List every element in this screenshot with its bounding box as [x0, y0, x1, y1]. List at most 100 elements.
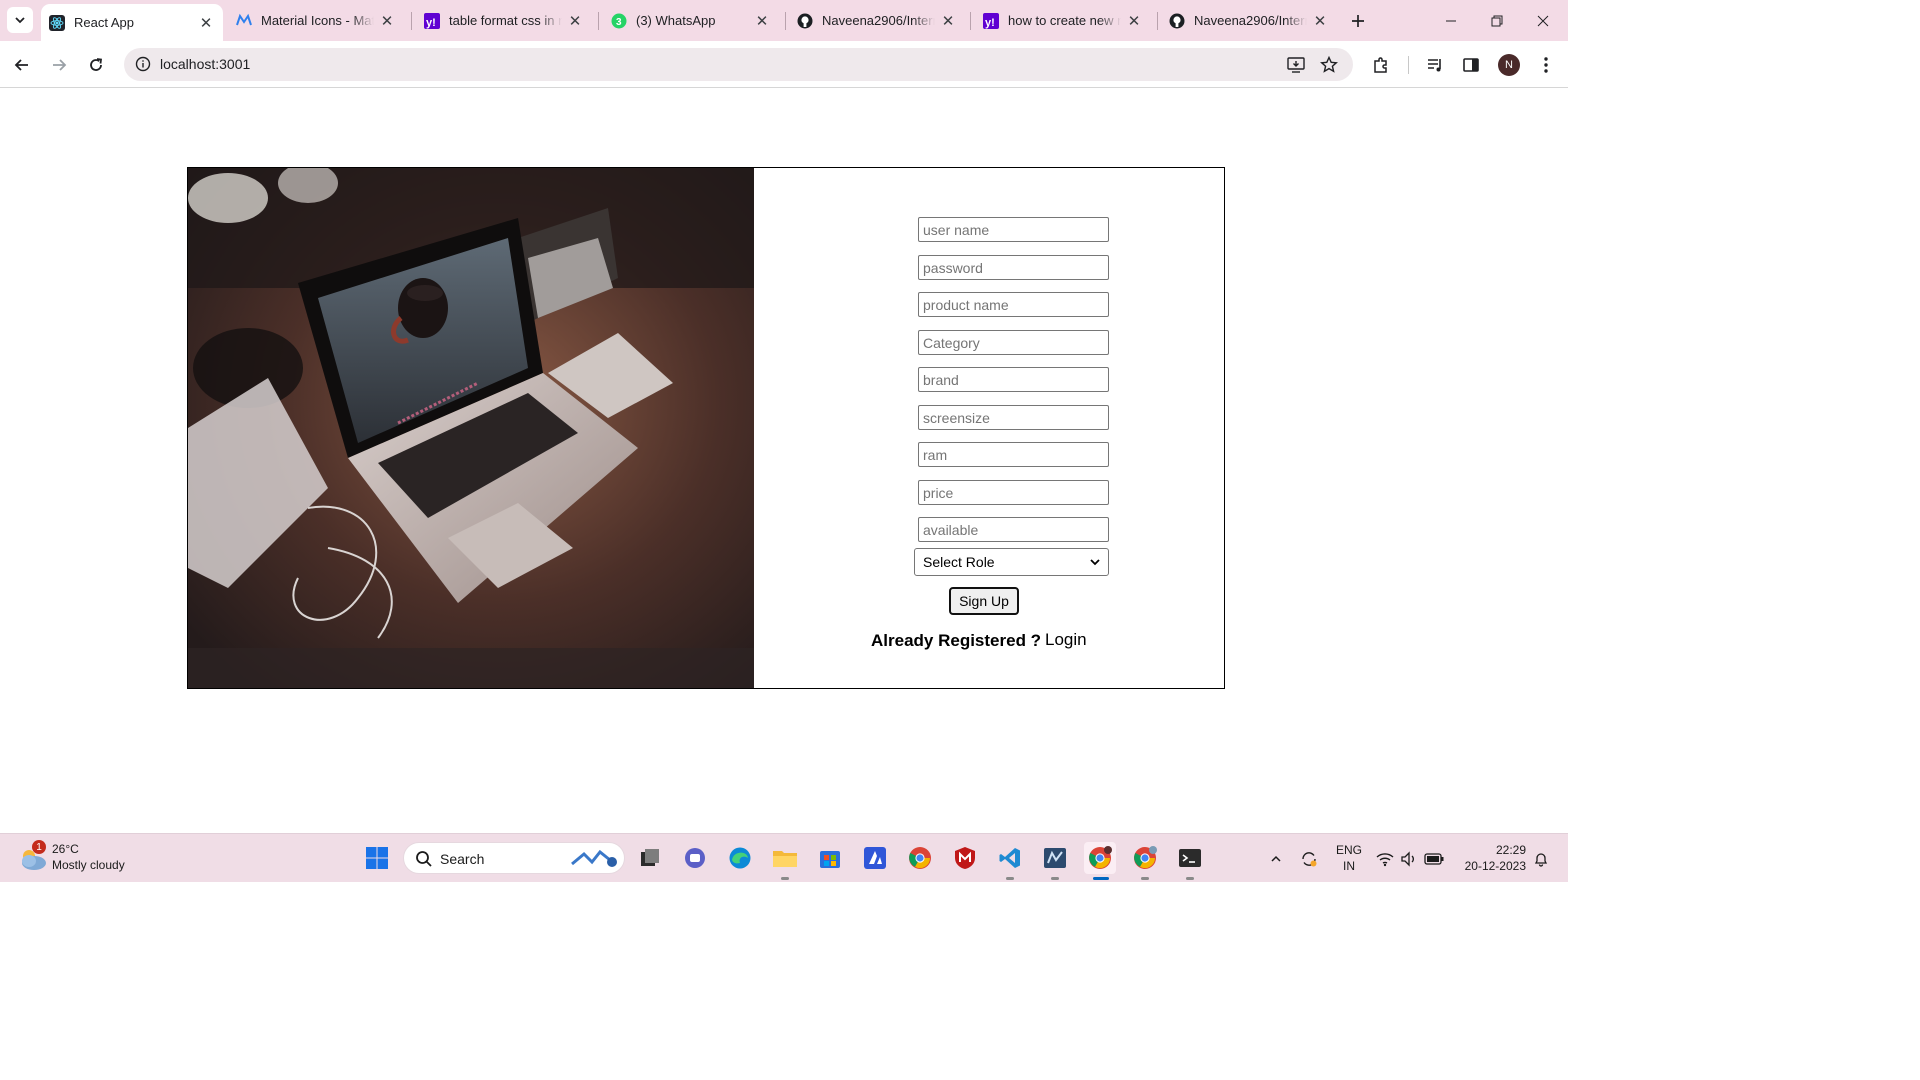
sync-tray-button[interactable] — [1296, 834, 1322, 883]
role-select-value: Select Role — [923, 554, 995, 570]
notifications-button[interactable] — [1530, 834, 1552, 883]
login-link[interactable]: Login — [1045, 630, 1087, 650]
signup-button[interactable]: Sign Up — [949, 587, 1019, 615]
running-indicator — [1006, 877, 1014, 880]
role-select[interactable]: Select Role — [914, 548, 1109, 576]
media-control-button[interactable] — [1421, 51, 1449, 79]
ram-input[interactable] — [918, 442, 1109, 467]
brand-input[interactable] — [918, 367, 1109, 392]
profile-avatar[interactable]: N — [1498, 54, 1520, 76]
new-tab-button[interactable] — [1342, 0, 1374, 41]
reload-button[interactable] — [82, 51, 110, 79]
search-icon — [416, 851, 432, 867]
active-indicator — [1093, 877, 1109, 880]
tab-search-button[interactable] — [7, 7, 33, 33]
side-panel-button[interactable] — [1457, 51, 1485, 79]
taskbar-mcafee[interactable] — [949, 842, 981, 874]
restore-button[interactable] — [1474, 0, 1520, 41]
tab-title: Naveena2906/Internship — [822, 13, 935, 28]
reload-icon — [90, 58, 103, 71]
language-indicator[interactable]: ENG IN — [1334, 842, 1364, 874]
close-icon[interactable]: ✕ — [197, 14, 215, 32]
taskbar-terminal[interactable] — [1174, 842, 1206, 880]
chrome-icon — [1089, 846, 1112, 869]
username-input[interactable] — [918, 217, 1109, 242]
close-icon[interactable]: ✕ — [1125, 12, 1143, 30]
category-input[interactable] — [918, 330, 1109, 355]
tab-table-format[interactable]: y! table format css in react ✕ — [422, 0, 592, 41]
taskbar-chrome-profile-2[interactable] — [1129, 842, 1161, 880]
available-input[interactable] — [918, 517, 1109, 542]
svg-text:3: 3 — [616, 17, 622, 28]
taskbar-edge[interactable] — [724, 842, 756, 874]
tab-whatsapp[interactable]: 3 (3) WhatsApp ✕ — [609, 0, 779, 41]
weather-widget[interactable]: 1 26°C Mostly cloudy — [18, 840, 168, 878]
taskbar-chrome[interactable] — [904, 842, 936, 874]
tab-title: how to create new react — [1008, 13, 1121, 28]
volume-icon — [1401, 850, 1414, 867]
show-hidden-icons-button[interactable] — [1264, 834, 1288, 883]
clock[interactable]: 22:29 20-12-2023 — [1458, 842, 1526, 874]
close-icon[interactable]: ✕ — [1311, 12, 1329, 30]
taskbar-app-blue[interactable] — [859, 842, 891, 874]
tab-title: table format css in react — [449, 13, 562, 28]
chrome-icon — [909, 847, 931, 869]
forward-button[interactable] — [45, 51, 73, 79]
tab-title: (3) WhatsApp — [636, 13, 716, 28]
taskbar-vscode[interactable] — [994, 842, 1026, 880]
back-button[interactable] — [8, 51, 36, 79]
whatsapp-icon: 3 — [611, 13, 627, 29]
search-label: Search — [440, 851, 485, 867]
yahoo-icon: y! — [983, 12, 999, 29]
minimize-button[interactable] — [1428, 0, 1474, 41]
taskbar-sql-tool[interactable] — [1039, 842, 1071, 880]
already-registered-text: Already Registered ? — [871, 631, 1042, 650]
tab-separator — [411, 12, 412, 30]
tab-separator — [970, 12, 971, 30]
install-app-icon[interactable] — [1284, 53, 1308, 77]
password-input[interactable] — [918, 255, 1109, 280]
close-icon[interactable]: ✕ — [939, 12, 957, 30]
tab-create-react[interactable]: y! how to create new react ✕ — [981, 0, 1151, 41]
tab-github-2[interactable]: Naveena2906/Internship ✕ — [1167, 0, 1337, 41]
laptop-photo — [188, 168, 754, 688]
weather-condition: Mostly cloudy — [52, 858, 125, 872]
back-arrow-icon — [14, 59, 28, 71]
browser-menu-button[interactable] — [1532, 51, 1560, 79]
search-highlight-icon — [571, 849, 617, 867]
taskbar-teams-chat[interactable] — [679, 842, 711, 874]
address-bar[interactable]: localhost:3001 — [124, 48, 1353, 81]
signup-card: Select Role Sign Up Already Registered ?… — [187, 167, 1225, 689]
taskbar-chrome-profile-1[interactable] — [1084, 842, 1116, 880]
tab-material-icons[interactable]: Material Icons - Material ✕ — [234, 0, 404, 41]
screensize-input[interactable] — [918, 405, 1109, 430]
close-window-button[interactable] — [1520, 0, 1566, 41]
toolbar-divider — [1408, 56, 1409, 74]
site-info-icon[interactable] — [132, 53, 154, 75]
tab-separator — [1157, 12, 1158, 30]
taskbar-task-view[interactable] — [634, 842, 666, 874]
quick-settings-button[interactable] — [1374, 834, 1446, 883]
puzzle-icon — [1374, 57, 1387, 73]
weather-badge: 1 — [32, 840, 46, 854]
close-icon[interactable]: ✕ — [753, 12, 771, 30]
battery-icon — [1424, 852, 1444, 865]
taskbar-file-explorer[interactable] — [769, 842, 801, 880]
taskbar-store[interactable] — [814, 842, 846, 874]
product-name-input[interactable] — [918, 292, 1109, 317]
tab-github-1[interactable]: Naveena2906/Internship ✕ — [795, 0, 965, 41]
close-icon[interactable]: ✕ — [566, 12, 584, 30]
task-view-icon — [641, 849, 659, 866]
extensions-button[interactable] — [1367, 51, 1395, 79]
price-input[interactable] — [918, 480, 1109, 505]
signup-form: Select Role Sign Up Already Registered ?… — [755, 168, 1224, 688]
bookmark-star-icon[interactable] — [1317, 53, 1341, 77]
store-icon — [820, 851, 840, 868]
github-icon — [1169, 13, 1185, 29]
folder-icon — [773, 851, 797, 867]
close-icon[interactable]: ✕ — [378, 12, 396, 30]
tab-react-app[interactable]: React App ✕ — [41, 4, 223, 41]
start-button[interactable] — [361, 842, 393, 874]
taskbar-search[interactable]: Search — [403, 842, 625, 874]
laptop-illustration — [188, 168, 754, 688]
